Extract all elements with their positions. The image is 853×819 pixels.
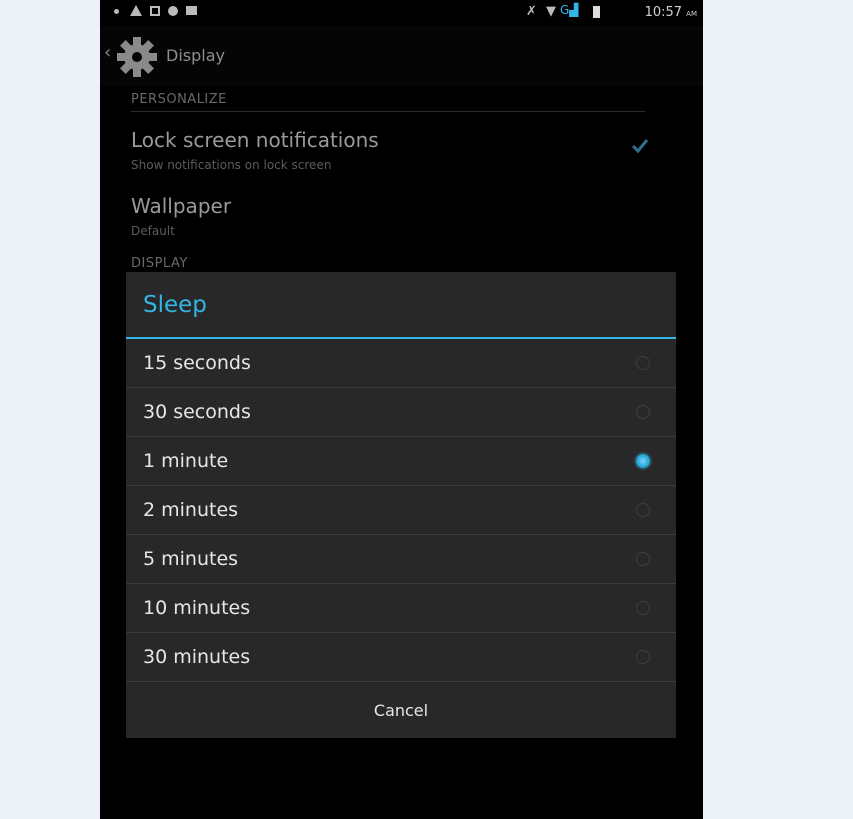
- option-5-minutes[interactable]: 5 minutes: [126, 535, 676, 584]
- cancel-button[interactable]: Cancel: [126, 683, 676, 738]
- status-bar: ✗ ▼ G▟ 10:57 AM: [100, 0, 703, 26]
- clock: 10:57 AM: [644, 5, 697, 20]
- option-label: 2 minutes: [143, 499, 239, 521]
- radio-checked-icon[interactable]: [636, 454, 650, 468]
- radio-unchecked-icon[interactable]: [636, 356, 650, 370]
- radio-unchecked-icon[interactable]: [636, 552, 650, 566]
- checkbox-checked-icon[interactable]: [630, 136, 650, 156]
- option-label: 30 seconds: [143, 401, 251, 423]
- action-bar: ‹ Display: [100, 26, 703, 86]
- radio-unchecked-icon[interactable]: [636, 405, 650, 419]
- lock-screen-summary: Show notifications on lock screen: [131, 158, 332, 172]
- screenshot-icon: [150, 6, 160, 16]
- radio-unchecked-icon[interactable]: [636, 601, 650, 615]
- battery-icon: [593, 6, 600, 18]
- warning-icon: [130, 5, 142, 16]
- device-screen: ✗ ▼ G▟ 10:57 AM ‹ Display PERSONALIZE Lo…: [100, 0, 703, 819]
- page-title: Display: [166, 46, 225, 65]
- message-icon: [186, 6, 197, 15]
- vibrate-icon: ✗: [526, 4, 537, 19]
- option-30-minutes[interactable]: 30 minutes: [126, 633, 676, 682]
- wallpaper-summary: Default: [131, 224, 175, 238]
- option-label: 5 minutes: [143, 548, 239, 570]
- signal-icon: G▟: [560, 3, 579, 17]
- option-label: 1 minute: [143, 450, 229, 472]
- option-15-seconds[interactable]: 15 seconds: [126, 339, 676, 388]
- option-10-minutes[interactable]: 10 minutes: [126, 584, 676, 633]
- settings-gear-icon[interactable]: [114, 34, 160, 80]
- option-label: 30 minutes: [143, 646, 251, 668]
- sync-icon: [168, 6, 178, 16]
- notification-dot-icon: [114, 9, 119, 14]
- option-label: 15 seconds: [143, 352, 251, 374]
- radio-unchecked-icon[interactable]: [636, 503, 650, 517]
- section-header-personalize: PERSONALIZE: [131, 92, 645, 112]
- option-label: 10 minutes: [143, 597, 251, 619]
- lock-screen-title: Lock screen notifications: [131, 128, 379, 152]
- option-1-minute[interactable]: 1 minute: [126, 437, 676, 486]
- wallpaper-title: Wallpaper: [131, 194, 232, 218]
- sleep-dialog: Sleep 15 seconds 30 seconds 1 minute 2 m…: [126, 272, 676, 738]
- back-chevron-icon[interactable]: ‹: [104, 42, 111, 63]
- option-2-minutes[interactable]: 2 minutes: [126, 486, 676, 535]
- option-30-seconds[interactable]: 30 seconds: [126, 388, 676, 437]
- wifi-icon: ▼: [546, 4, 556, 19]
- dialog-title: Sleep: [143, 292, 207, 318]
- radio-unchecked-icon[interactable]: [636, 650, 650, 664]
